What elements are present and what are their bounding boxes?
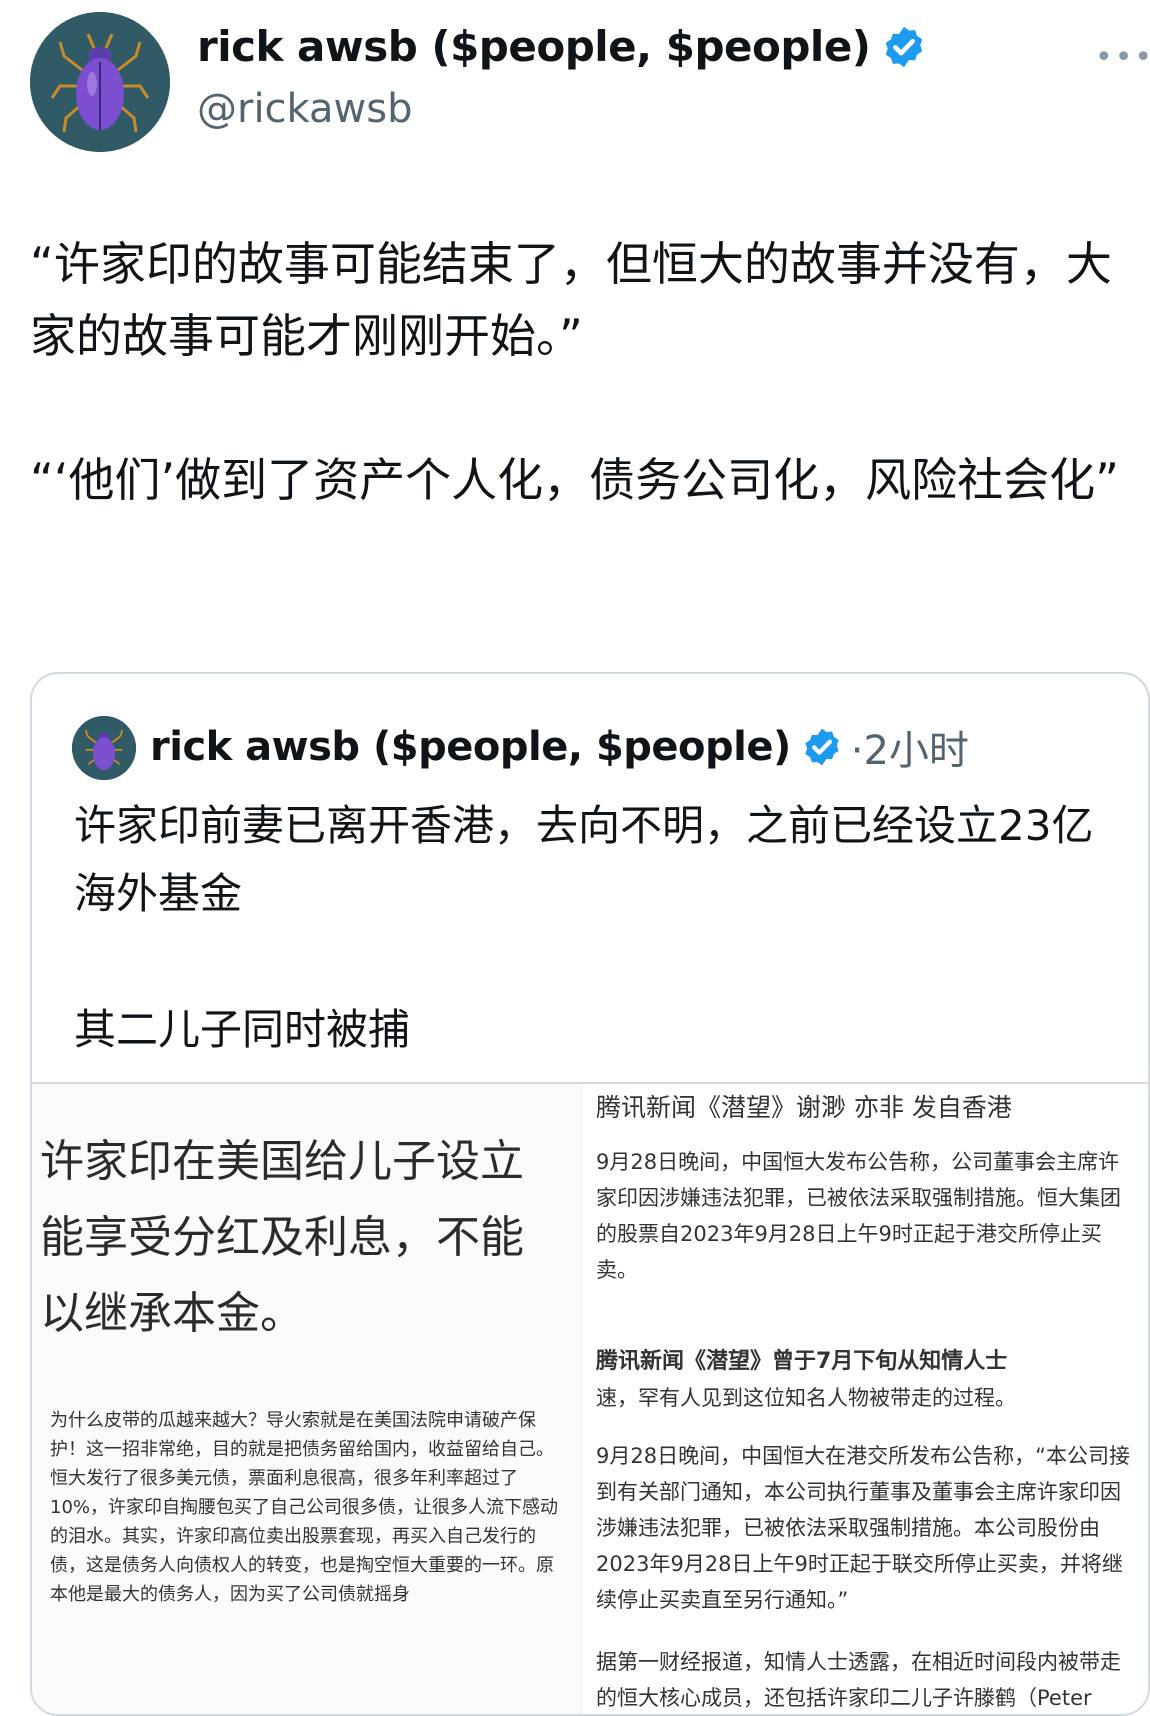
quoted-media[interactable]: 许家印在美国给儿子设立 能享受分红及利息，不能 以继承本金。 为什么皮带的瓜越来… (32, 1082, 1148, 1714)
author-display-name[interactable]: rick awsb ($people, $people) (197, 22, 871, 71)
verified-badge-icon (885, 26, 922, 67)
tweet-paragraph-2: “‘他们’做到了资产个人化，债务公司化，风险社会化” (30, 453, 1119, 507)
quoted-author-name[interactable]: rick awsb ($people, $people) (150, 724, 791, 770)
right-image-source: 腾讯新闻《潜望》谢渺 亦非 发自香港 (596, 1093, 1012, 1122)
quoted-text-1: 许家印前妻已离开香港，去向不明，之前已经设立23亿海外基金 (74, 801, 1094, 918)
left-image-article-text: 为什么皮带的瓜越来越大？导火索就是在美国法院申请破产保护！这一招非常绝，目的就是… (50, 1410, 559, 1605)
beetle-icon (72, 716, 136, 780)
quoted-tweet-body: 许家印前妻已离开香港，去向不明，之前已经设立23亿海外基金 其二儿子同时被捕 (74, 792, 1124, 1064)
right-image-para-1: 9月28日晚间，中国恒大发布公告称，公司董事会主席许家印因涉嫌违法犯罪，已被依法… (596, 1150, 1121, 1282)
beetle-icon (30, 12, 170, 152)
left-headline-line-1: 许家印在美国给儿子设立 (40, 1136, 524, 1187)
tweet-paragraph-1: “许家印的故事可能结束了，但恒大的故事并没有，大家的故事可能才刚刚开始。” (30, 237, 1112, 363)
quoted-text-2: 其二儿子同时被捕 (74, 1005, 411, 1054)
right-image-para-2: 速，罕有人见到这位知名人物被带走的过程。 (596, 1386, 1016, 1410)
right-image-para-3: 9月28日晚间，中国恒大在港交所发布公告称，“本公司接到有关部门通知，本公司执行… (596, 1444, 1130, 1612)
media-image-left[interactable]: 许家印在美国给儿子设立 能享受分红及利息，不能 以继承本金。 为什么皮带的瓜越来… (32, 1084, 580, 1714)
quoted-tweet-card[interactable]: rick awsb ($people, $people) ·2小时 许家印前妻已… (30, 672, 1150, 1716)
media-image-right[interactable]: 腾讯新闻《潜望》谢渺 亦非 发自香港 9月28日晚间，中国恒大发布公告称，公司董… (582, 1084, 1148, 1714)
quoted-tweet-time[interactable]: ·2小时 (851, 718, 969, 776)
tweet-body: “许家印的故事可能结束了，但恒大的故事并没有，大家的故事可能才刚刚开始。” “‘… (30, 228, 1140, 516)
right-image-para-4: 据第一财经报道，知情人士透露，在相近时间段内被带走的恒大核心成员，还包括许家印二… (596, 1650, 1121, 1710)
author-handle[interactable]: @rickawsb (197, 86, 412, 132)
more-options-icon[interactable]: ••• (1095, 40, 1150, 75)
author-name-row: rick awsb ($people, $people) (197, 22, 927, 71)
quoted-tweet-header: rick awsb ($people, $people) ·2小时 (150, 718, 969, 776)
right-image-bold-line: 腾讯新闻《潜望》曾于7月下旬从知情人士 (596, 1349, 1008, 1374)
left-image-headline: 许家印在美国给儿子设立 能享受分红及利息，不能 以继承本金。 (40, 1124, 580, 1352)
left-headline-line-3: 以继承本金。 (40, 1288, 304, 1339)
left-headline-line-2: 能享受分红及利息，不能 (40, 1212, 524, 1263)
verified-badge-icon (805, 728, 839, 766)
quoted-author-avatar[interactable] (72, 716, 136, 780)
author-avatar[interactable] (30, 12, 170, 152)
